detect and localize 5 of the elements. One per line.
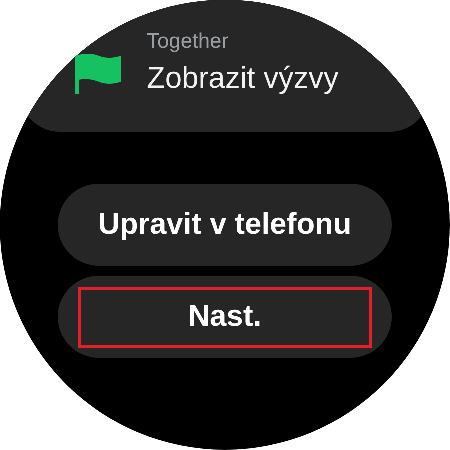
flag-icon <box>75 52 121 94</box>
action-button[interactable]: Upravit v telefonu <box>58 184 392 266</box>
app-name: Together <box>147 30 230 54</box>
action-button[interactable]: Nast. <box>58 276 392 358</box>
card-title: Zobrazit výzvy <box>147 62 339 96</box>
